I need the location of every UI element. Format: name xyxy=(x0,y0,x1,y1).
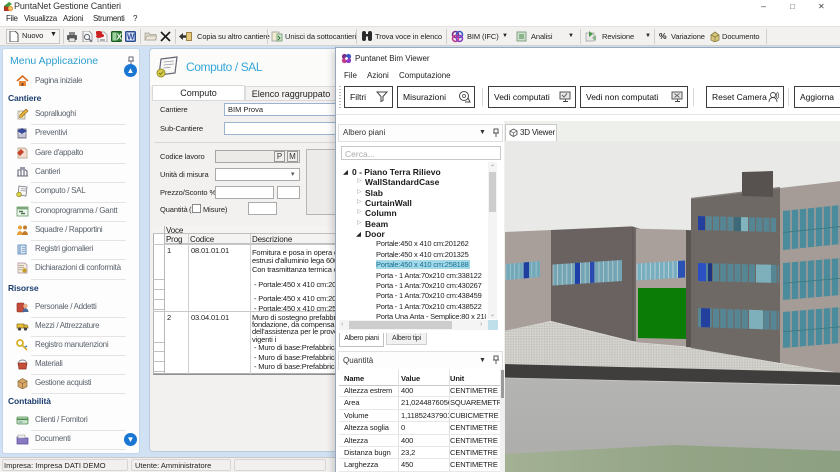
svg-text:W: W xyxy=(127,32,135,41)
svg-text:X: X xyxy=(117,32,123,42)
